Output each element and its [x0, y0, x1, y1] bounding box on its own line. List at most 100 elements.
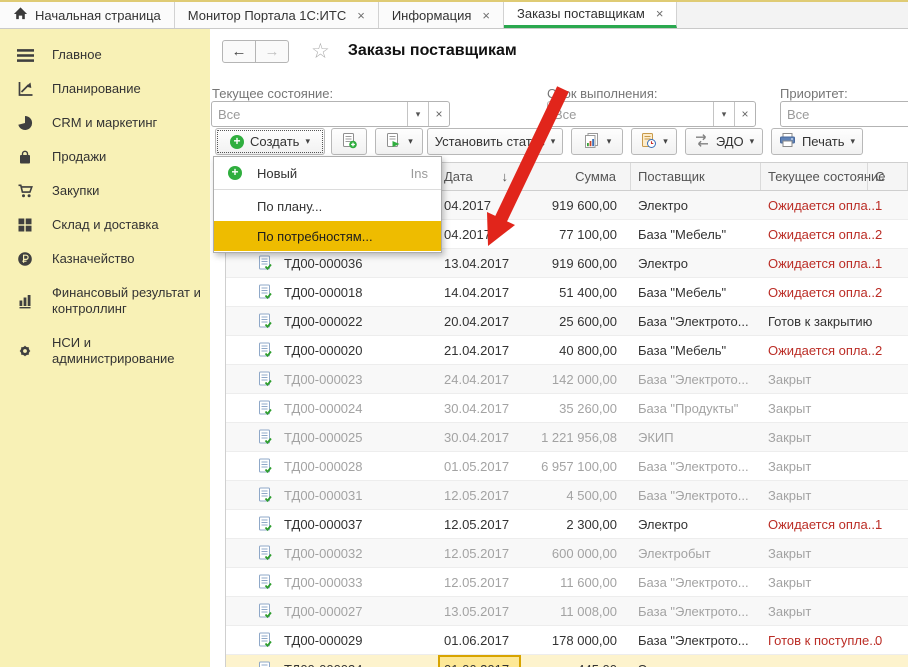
order-supplier: База "Электрото... — [631, 604, 761, 619]
document-icon — [259, 545, 272, 561]
order-supplier: База "Мебель" — [631, 227, 761, 242]
close-icon[interactable]: × — [357, 8, 365, 23]
sidebar-item-nsi-administrirovanie[interactable]: НСИ и администрирование — [0, 326, 210, 376]
table-row[interactable]: ТД00-000034 01.06.2017 445,00 Э — [226, 655, 908, 667]
table-row[interactable]: ТД00-000020 21.04.2017 40 800,00 База "М… — [226, 336, 908, 365]
close-icon[interactable]: × — [482, 8, 490, 23]
sort-descending-icon: ↓ — [502, 169, 509, 184]
tab-monitor-portala[interactable]: Монитор Портала 1С:ИТС × — [175, 2, 379, 28]
table-row[interactable]: ТД00-000031 12.05.2017 4 500,00 База "Эл… — [226, 481, 908, 510]
filter-due-date-input[interactable]: Все ▾ × — [547, 101, 756, 127]
order-sum: 1 221 956,08 — [521, 430, 631, 445]
menu-item-new[interactable]: + Новый Ins — [214, 158, 441, 188]
plus-icon: + — [230, 135, 244, 149]
order-sum: 142 000,00 — [521, 372, 631, 387]
table-row[interactable]: ТД00-000023 24.04.2017 142 000,00 База "… — [226, 365, 908, 394]
column-header-clipped[interactable]: С — [868, 163, 908, 190]
order-number: ТД00-000020 — [284, 343, 362, 358]
table-row[interactable]: ТД00-000028 01.05.2017 6 957 100,00 База… — [226, 452, 908, 481]
table-row[interactable]: ТД00-000018 14.04.2017 51 400,00 База "М… — [226, 278, 908, 307]
order-sum: 51 400,00 — [521, 285, 631, 300]
table-body: 04.2017 919 600,00 Электро Ожидается опл… — [226, 191, 908, 667]
table-row[interactable]: ТД00-000029 01.06.2017 178 000,00 База "… — [226, 626, 908, 655]
sidebar-item-glavnoe[interactable]: Главное — [0, 38, 210, 72]
favorite-star-icon[interactable]: ☆ — [311, 39, 330, 64]
back-button[interactable]: ← — [222, 40, 256, 63]
document-icon — [259, 342, 272, 358]
order-number: ТД00-000023 — [284, 372, 362, 387]
order-date: 30.04.2017 — [438, 430, 521, 445]
order-sum: 2 300,00 — [521, 517, 631, 532]
set-status-button[interactable]: Установить статус ▾ — [427, 128, 563, 155]
order-date: 12.05.2017 — [438, 517, 521, 532]
table-row[interactable]: ТД00-000024 30.04.2017 35 260,00 База "П… — [226, 394, 908, 423]
menu-item-po-planu[interactable]: По плану... — [214, 191, 441, 221]
sidebar-item-label: Финансовый результат и контроллинг — [52, 285, 202, 317]
sidebar-item-label: Склад и доставка — [52, 217, 159, 233]
close-icon[interactable]: × — [656, 6, 664, 21]
table-row[interactable]: ТД00-000036 13.04.2017 919 600,00 Электр… — [226, 249, 908, 278]
order-supplier: Электро — [631, 256, 761, 271]
column-header-supplier[interactable]: Поставщик — [631, 163, 761, 190]
order-date: 20.04.2017 — [438, 314, 521, 329]
tab-informaciya[interactable]: Информация × — [379, 2, 504, 28]
filter-current-state-input[interactable]: Все ▾ × — [211, 101, 450, 127]
copy-document-icon — [341, 132, 358, 152]
filter-value: Все — [212, 102, 407, 126]
order-sum: 4 500,00 — [521, 488, 631, 503]
print-button[interactable]: Печать ▾ — [771, 128, 863, 155]
order-sum: 77 100,00 — [521, 227, 631, 242]
table-row[interactable]: ТД00-000033 12.05.2017 11 600,00 База "Э… — [226, 568, 908, 597]
order-supplier: База "Мебель" — [631, 285, 761, 300]
sidebar-item-finrezultat[interactable]: Финансовый результат и контроллинг — [0, 276, 210, 326]
chevron-down-icon[interactable]: ▾ — [407, 102, 428, 126]
order-date: 13.04.2017 — [438, 256, 521, 271]
order-number: ТД00-000036 — [284, 256, 362, 271]
pie-chart-icon — [14, 115, 36, 131]
column-header-current-state[interactable]: Текущее состояние — [761, 163, 868, 190]
filter-label-current-state: Текущее состояние: — [212, 86, 333, 101]
sidebar-item-kaznacheystvo[interactable]: Казначейство — [0, 242, 210, 276]
table-row[interactable]: ТД00-000025 30.04.2017 1 221 956,08 ЭКИП… — [226, 423, 908, 452]
sidebar-item-planirovanie[interactable]: Планирование — [0, 72, 210, 106]
table-row[interactable]: ТД00-000027 13.05.2017 11 008,00 База "Э… — [226, 597, 908, 626]
order-sum: 11 600,00 — [521, 575, 631, 590]
sidebar-item-zakupki[interactable]: Закупки — [0, 174, 210, 208]
order-sum: 445,00 — [521, 662, 631, 667]
order-clipped-column: 2 — [868, 285, 908, 300]
copy-document-button[interactable] — [331, 128, 367, 155]
deadlines-button[interactable]: ▾ — [631, 128, 677, 155]
tab-home[interactable]: Начальная страница — [0, 2, 175, 28]
planning-chart-icon — [14, 81, 36, 97]
order-clipped-column: 2 — [868, 227, 908, 242]
tab-zakazy-postavshchikam[interactable]: Заказы поставщикам × — [504, 2, 677, 28]
order-clipped-column: 1 — [868, 256, 908, 271]
create-based-on-button[interactable]: ▾ — [375, 128, 423, 155]
menu-item-po-potrebnostyam[interactable]: По потребностям... — [214, 221, 441, 251]
chevron-down-icon[interactable]: ▾ — [713, 102, 734, 126]
order-supplier: База "Электрото... — [631, 575, 761, 590]
sidebar-item-sklad[interactable]: Склад и доставка — [0, 208, 210, 242]
set-status-label: Установить статус — [435, 134, 545, 149]
sidebar-item-label: Закупки — [52, 183, 99, 199]
create-button[interactable]: + Создать ▾ — [215, 128, 325, 155]
column-header-date[interactable]: Дата ↓ — [438, 163, 521, 190]
reports-button[interactable]: ▾ — [571, 128, 623, 155]
table-row[interactable]: ТД00-000037 12.05.2017 2 300,00 Электро … — [226, 510, 908, 539]
clear-icon[interactable]: × — [734, 102, 755, 126]
order-date: 04.2017 — [438, 227, 521, 242]
order-current-state: Закрыт — [761, 401, 868, 416]
edo-button[interactable]: ЭДО ▾ — [685, 128, 763, 155]
warehouse-grid-icon — [14, 217, 36, 233]
filter-priority-input[interactable]: Все — [780, 101, 908, 127]
table-row[interactable]: ТД00-000022 20.04.2017 25 600,00 База "Э… — [226, 307, 908, 336]
sidebar-item-prodazhi[interactable]: Продажи — [0, 140, 210, 174]
forward-button[interactable]: → — [255, 40, 289, 63]
sidebar-item-crm[interactable]: CRM и маркетинг — [0, 106, 210, 140]
clear-icon[interactable]: × — [428, 102, 449, 126]
column-header-sum[interactable]: Сумма — [521, 163, 631, 190]
order-current-state: Закрыт — [761, 488, 868, 503]
order-current-state: Закрыт — [761, 372, 868, 387]
order-supplier: Э — [631, 662, 761, 667]
table-row[interactable]: ТД00-000032 12.05.2017 600 000,00 Электр… — [226, 539, 908, 568]
